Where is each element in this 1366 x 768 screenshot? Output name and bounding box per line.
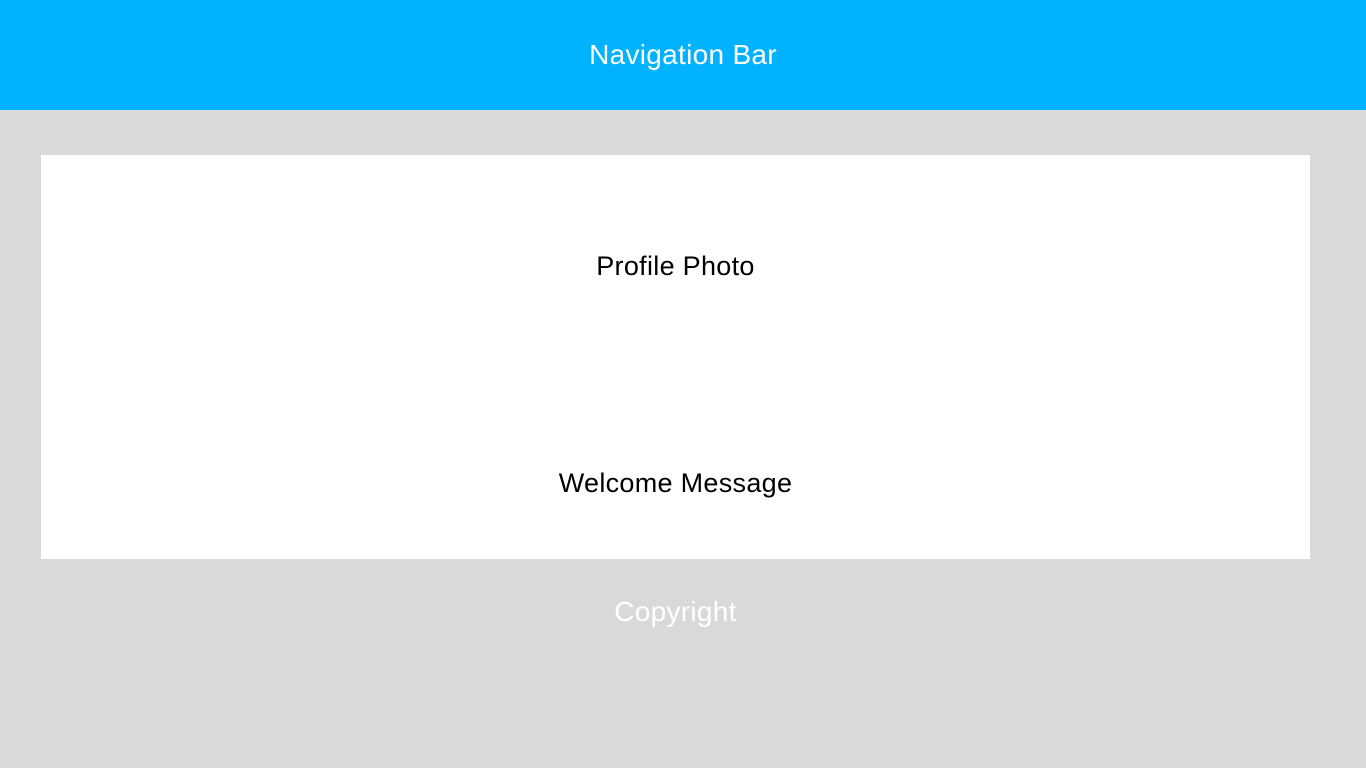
welcome-message: Welcome Message xyxy=(558,468,793,498)
profile-card: Profile Photo Welcome Message xyxy=(41,155,1310,559)
navigation-bar: Navigation Bar xyxy=(0,0,1366,110)
navigation-bar-title: Navigation Bar xyxy=(589,39,777,70)
profile-photo: Profile Photo xyxy=(596,251,755,281)
copyright-footer: Copyright xyxy=(614,596,737,627)
